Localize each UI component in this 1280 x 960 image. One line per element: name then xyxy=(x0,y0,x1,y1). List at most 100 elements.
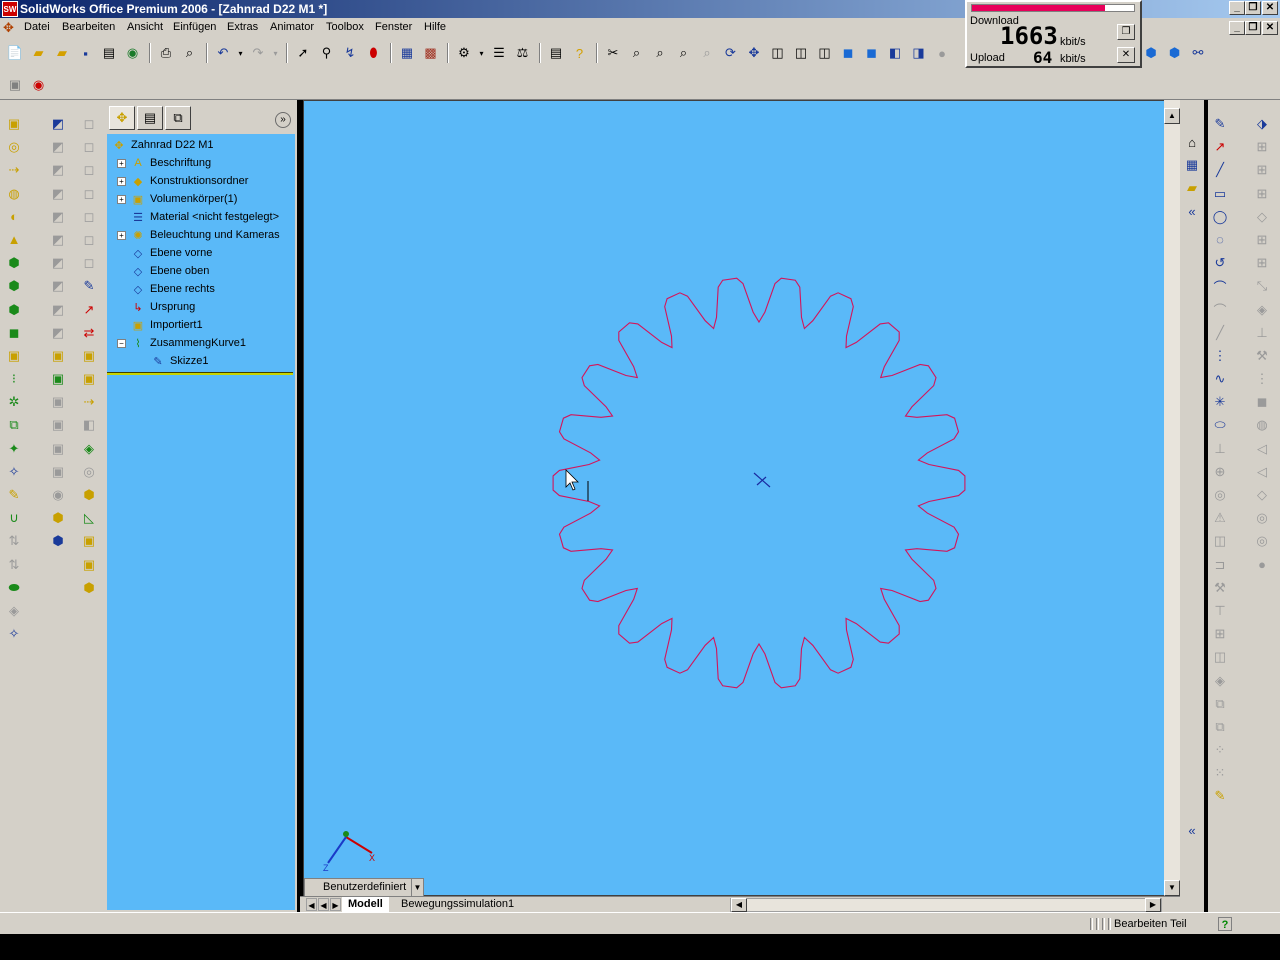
options-dropdown-icon[interactable]: ▾ xyxy=(477,42,487,64)
construction-geometry-icon[interactable]: ⧉ xyxy=(1210,694,1230,714)
surface-thicken-icon[interactable]: ▣ xyxy=(48,462,68,482)
move-entities-icon[interactable]: ⊐ xyxy=(1210,555,1230,575)
surface-extrude-icon[interactable]: ◩ xyxy=(48,114,68,134)
surface-planar-icon[interactable]: ◩ xyxy=(48,276,68,296)
graphics-viewport[interactable]: X Z xyxy=(303,100,1180,896)
print-icon[interactable]: ⎙ xyxy=(155,42,177,64)
tree-item[interactable]: + A Beschriftung xyxy=(109,154,295,172)
brick-icon[interactable]: ▩ xyxy=(420,42,442,64)
sm-vent-icon[interactable]: ⬢ xyxy=(79,578,99,598)
perspective-icon[interactable]: ◨ xyxy=(908,42,930,64)
measure-icon[interactable]: ⚖ xyxy=(512,42,534,64)
surface-move-icon[interactable]: ⬢ xyxy=(48,508,68,528)
revolve-boss-icon[interactable]: ◎ xyxy=(4,137,24,157)
sm-flatten-icon[interactable]: ▣ xyxy=(79,369,99,389)
scroll-left-arrow-icon[interactable]: ◀ xyxy=(731,898,747,912)
meter-close-button[interactable]: ✕ xyxy=(1117,47,1135,63)
ellipse-icon[interactable]: ⬭ xyxy=(1210,415,1230,435)
tool-f-icon[interactable]: ⊞ xyxy=(1252,253,1272,273)
tab-model[interactable]: Modell xyxy=(342,897,389,912)
curve-pattern-icon[interactable]: ✦ xyxy=(4,439,24,459)
section-view-icon[interactable]: ◧ xyxy=(884,42,906,64)
record-icon[interactable]: ◉ xyxy=(28,74,50,96)
centerline-icon[interactable]: ⋮ xyxy=(1210,346,1230,366)
tree-item[interactable]: ☰ Material <nicht festgelegt> xyxy=(109,208,295,226)
display-relations-icon[interactable]: ⧉ xyxy=(1210,717,1230,737)
extrude-cut-icon[interactable]: ⬢ xyxy=(4,253,24,273)
surface-mid-icon[interactable]: ▣ xyxy=(48,369,68,389)
surface-knit-icon[interactable]: ◩ xyxy=(48,253,68,273)
menu-toolbox[interactable]: Toolbox xyxy=(326,21,364,33)
centerpoint-arc-icon[interactable]: ↺ xyxy=(1210,253,1230,273)
print-setup-icon[interactable]: ▤ xyxy=(98,42,120,64)
thicken-icon[interactable]: ◐ xyxy=(4,207,24,227)
hidden-lines-removed-icon[interactable]: ◫ xyxy=(814,42,836,64)
list-icon[interactable]: ☰ xyxy=(488,42,510,64)
sm-base-flange-icon[interactable]: ◻ xyxy=(79,114,99,134)
sm-jog-icon[interactable]: ◻ xyxy=(79,207,99,227)
fillet-icon[interactable]: ╱ xyxy=(1210,323,1230,343)
extrude-boss-icon[interactable]: ▣ xyxy=(4,114,24,134)
sm-fold-icon[interactable]: ▣ xyxy=(79,346,99,366)
trim-icon[interactable]: ⚠ xyxy=(1210,508,1230,528)
loft-icon[interactable]: ◍ xyxy=(4,184,24,204)
cube-view-2-icon[interactable]: ⬢ xyxy=(1164,42,1186,64)
meter-restore-button[interactable]: ❐ xyxy=(1117,24,1135,40)
grid-icon[interactable]: ▦ xyxy=(396,42,418,64)
tool-m-icon[interactable]: ◍ xyxy=(1252,415,1272,435)
3d-sketch-icon[interactable]: ✎ xyxy=(1210,786,1230,806)
property-manager-tab[interactable]: ▤ xyxy=(137,106,163,130)
line-icon[interactable]: ╱ xyxy=(1210,160,1230,180)
sm-no-bends-icon[interactable]: ⇢ xyxy=(79,392,99,412)
surface-loft-icon[interactable]: ◩ xyxy=(48,184,68,204)
sm-corner-icon[interactable]: ◺ xyxy=(79,508,99,528)
surface-extend-icon[interactable]: ◩ xyxy=(48,300,68,320)
point-icon[interactable]: ✳ xyxy=(1210,392,1230,412)
menu-animator[interactable]: Animator xyxy=(270,21,314,33)
curves-icon[interactable]: ∪ xyxy=(4,508,24,528)
shaded-edges-icon[interactable]: ◼ xyxy=(837,42,859,64)
collapse-task-pane-bottom-icon[interactable]: « xyxy=(1182,820,1202,840)
shape-icon[interactable]: ◈ xyxy=(4,601,24,621)
viewport-vertical-scrollbar[interactable]: ▲ ▼ xyxy=(1164,100,1181,896)
sm-rip-icon[interactable]: ◧ xyxy=(79,415,99,435)
tab-first-icon[interactable]: ◀ xyxy=(306,898,317,911)
tool-b-icon[interactable]: ⊞ xyxy=(1252,160,1272,180)
repair-sketch-icon[interactable]: ⁙ xyxy=(1210,763,1230,783)
tool-c-icon[interactable]: ⊞ xyxy=(1252,184,1272,204)
zoom-in-out-icon[interactable]: ⌕ xyxy=(673,42,695,64)
surface-delete-icon[interactable]: ▣ xyxy=(48,415,68,435)
surface-trim-icon[interactable]: ◩ xyxy=(48,323,68,343)
sweep-cut-icon[interactable]: ⬢ xyxy=(4,300,24,320)
sm-lofted-bend-icon[interactable]: ⬢ xyxy=(79,485,99,505)
configuration-manager-tab[interactable]: ⧉ xyxy=(165,106,191,130)
three-point-arc-icon[interactable]: ⌒ xyxy=(1210,300,1230,320)
tool-l-icon[interactable]: ◼ xyxy=(1252,392,1272,412)
surface-fill-icon[interactable]: ▣ xyxy=(48,346,68,366)
tool-s-icon[interactable]: ● xyxy=(1252,555,1272,575)
tool-h-icon[interactable]: ◈ xyxy=(1252,300,1272,320)
sm-relief-icon[interactable]: ▣ xyxy=(79,555,99,575)
surface-untrim-icon[interactable]: ▣ xyxy=(48,392,68,412)
tool-q-icon[interactable]: ◎ xyxy=(1252,508,1272,528)
scroll-right-arrow-icon[interactable]: ▶ xyxy=(1145,898,1161,912)
flex-icon[interactable]: ✧ xyxy=(4,624,24,644)
convert-entities-icon[interactable]: ◎ xyxy=(1210,485,1230,505)
shaded-icon[interactable]: ◼ xyxy=(861,42,883,64)
pan-icon[interactable]: ✥ xyxy=(743,42,765,64)
mirror-entities-icon[interactable]: ⊕ xyxy=(1210,462,1230,482)
tree-item[interactable]: ↳ Ursprung xyxy=(109,298,295,316)
surface-offset-icon[interactable]: ◩ xyxy=(48,207,68,227)
restore-button[interactable]: ❐ xyxy=(1245,1,1261,15)
tree-item[interactable]: ◇ Ebene oben xyxy=(109,262,295,280)
tree-item[interactable]: + ✺ Beleuchtung und Kameras xyxy=(109,226,295,244)
menu-einfuegen[interactable]: Einfügen xyxy=(173,21,216,33)
undo-dropdown-icon[interactable]: ▾ xyxy=(236,42,246,64)
menu-bearbeiten[interactable]: Bearbeiten xyxy=(62,21,115,33)
tool-a-icon[interactable]: ⊞ xyxy=(1252,137,1272,157)
tool-p-icon[interactable]: ◇ xyxy=(1252,485,1272,505)
surface-replace-icon[interactable]: ▣ xyxy=(48,439,68,459)
traffic-light-icon[interactable]: ⬮ xyxy=(363,42,385,64)
print-preview-icon[interactable]: ⌕ xyxy=(179,42,201,64)
collapse-icon[interactable]: − xyxy=(117,338,126,348)
